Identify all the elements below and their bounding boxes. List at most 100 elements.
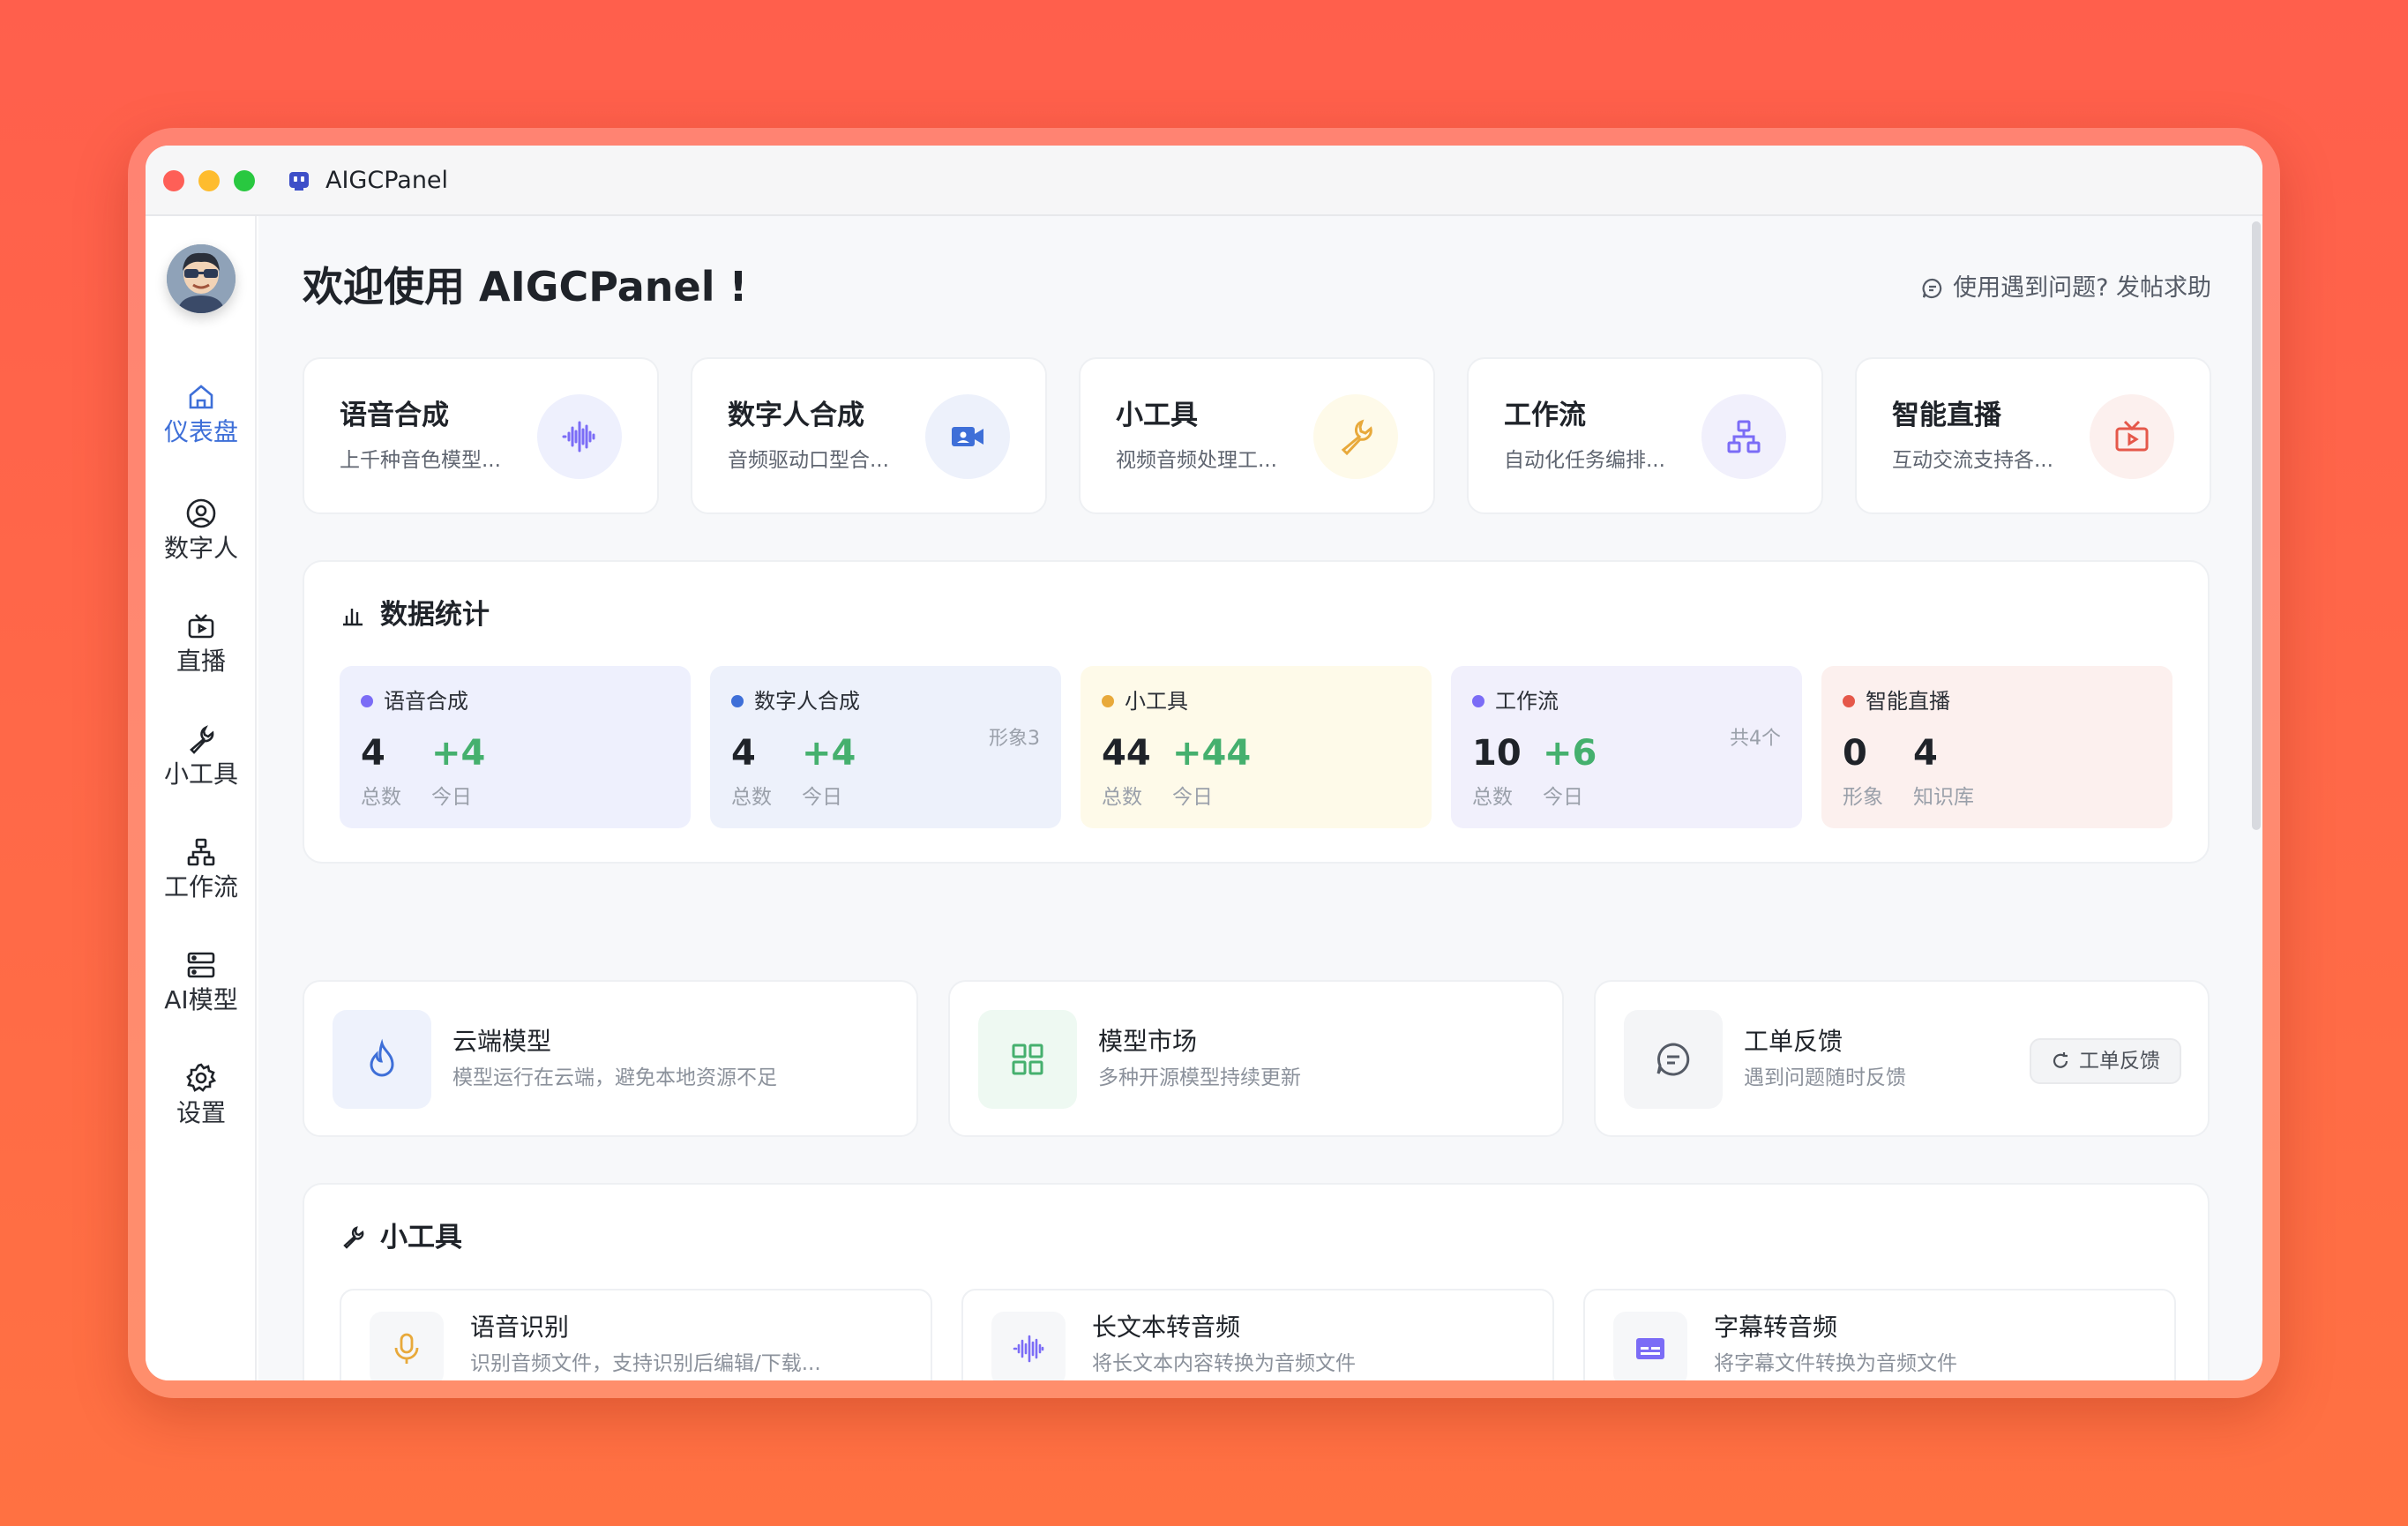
stat-card-header: 智能直播 — [1843, 687, 1950, 715]
wrench-icon — [1341, 419, 1372, 456]
quick-link-icon-badge — [1624, 1010, 1723, 1109]
feature-card-tools[interactable]: 小工具 视频音频处理工... — [1079, 357, 1435, 514]
stat-knowledge-label: 知识库 — [1913, 786, 1974, 809]
quick-link-cloud-model[interactable]: 云端模型 模型运行在云端，避免本地资源不足 — [303, 980, 918, 1137]
stat-card-workflow[interactable]: 工作流 共4个 10 +6 总数 今日 — [1451, 666, 1802, 828]
sidebar-item-live[interactable]: 直播 — [146, 610, 257, 677]
quick-link-desc: 模型运行在云端，避免本地资源不足 — [452, 1066, 777, 1089]
stat-card-name: 智能直播 — [1866, 689, 1950, 714]
status-dot — [1843, 695, 1855, 707]
stat-extra: 共4个 — [1730, 728, 1781, 750]
tool-icon-badge — [1613, 1312, 1687, 1380]
stat-total-label: 总数 — [1472, 786, 1513, 809]
server-icon — [187, 952, 215, 978]
gear-icon — [186, 1063, 217, 1092]
feedback-button-label: 工单反馈 — [2079, 1050, 2160, 1073]
quick-link-title: 云端模型 — [452, 1027, 552, 1056]
video-camera-icon — [952, 427, 983, 446]
sidebar-item-label: 直播 — [176, 647, 226, 676]
feature-title: 小工具 — [1116, 400, 1198, 431]
status-dot — [1102, 695, 1114, 707]
stat-card-tts[interactable]: 语音合成 4 +4 总数 今日 — [340, 666, 691, 828]
help-link[interactable]: 使用遇到问题? 发帖求助 — [1921, 273, 2211, 304]
tool-card-subtitle-to-audio[interactable]: 字幕转音频 将字幕文件转换为音频文件 — [1583, 1289, 2176, 1380]
stat-total-label: 总数 — [1102, 786, 1142, 809]
bar-chart-icon — [343, 609, 363, 626]
feature-title: 工作流 — [1504, 400, 1586, 431]
sidebar-item-label: 设置 — [176, 1098, 226, 1127]
app-logo-icon — [289, 172, 309, 191]
stat-card-header: 语音合成 — [361, 687, 468, 715]
tv-icon — [188, 614, 214, 639]
sidebar-item-tools[interactable]: 小工具 — [146, 722, 257, 789]
stat-card-tools[interactable]: 小工具 44 +44 总数 今日 — [1081, 666, 1432, 828]
stat-total-value: 10 — [1472, 733, 1522, 774]
tool-icon-badge — [370, 1312, 444, 1380]
tool-desc: 将字幕文件转换为音频文件 — [1714, 1352, 1957, 1375]
quick-link-title: 模型市场 — [1098, 1027, 1198, 1056]
feature-card-live[interactable]: 智能直播 互动交流支持各... — [1855, 357, 2211, 514]
stat-avatar-count: 0 — [1843, 733, 1867, 774]
stat-today-value: +6 — [1543, 733, 1597, 774]
quick-link-model-market[interactable]: 模型市场 多种开源模型持续更新 — [948, 980, 1564, 1137]
tool-card-speech-recognition[interactable]: 语音识别 识别音频文件，支持识别后编辑/下载... — [340, 1289, 932, 1380]
tools-panel-title: 小工具 — [340, 1220, 462, 1255]
vertical-scrollbar[interactable] — [2252, 221, 2261, 830]
feedback-button[interactable]: 工单反馈 — [2030, 1038, 2181, 1084]
sidebar-item-dashboard[interactable]: 仪表盘 — [146, 380, 257, 447]
close-window-button[interactable] — [163, 170, 184, 191]
feature-desc: 上千种音色模型... — [340, 449, 501, 472]
tool-desc: 将长文本内容转换为音频文件 — [1092, 1352, 1356, 1375]
feature-title: 语音合成 — [340, 400, 449, 431]
feature-card-workflow[interactable]: 工作流 自动化任务编排... — [1467, 357, 1823, 514]
wrench-icon — [343, 1226, 364, 1249]
stat-extra: 形象3 — [989, 728, 1040, 750]
grid-icon — [1012, 1044, 1043, 1075]
waveform-icon — [1013, 1335, 1044, 1363]
stat-today-label: 今日 — [802, 786, 842, 809]
sidebar-item-digital-human[interactable]: 数字人 — [146, 497, 257, 564]
feature-card-digital-human[interactable]: 数字人合成 音频驱动口型合... — [691, 357, 1047, 514]
quick-link-icon-badge — [333, 1010, 431, 1109]
tool-desc: 识别音频文件，支持识别后编辑/下载... — [470, 1352, 821, 1375]
feature-icon-badge — [925, 394, 1010, 479]
page-title: 欢迎使用 AIGCPanel ! — [303, 263, 748, 310]
stat-card-live[interactable]: 智能直播 0 4 形象 知识库 — [1821, 666, 2172, 828]
zoom-window-button[interactable] — [234, 170, 255, 191]
quick-link-icon-badge — [978, 1010, 1077, 1109]
sidebar-item-workflow[interactable]: 工作流 — [146, 835, 257, 902]
waveform-icon — [562, 421, 595, 453]
home-icon — [189, 385, 213, 409]
sidebar-item-settings[interactable]: 设置 — [146, 1061, 257, 1128]
quick-link-feedback[interactable]: 工单反馈 遇到问题随时反馈 工单反馈 — [1594, 980, 2210, 1137]
tool-card-long-text-to-audio[interactable]: 长文本转音频 将长文本内容转换为音频文件 — [961, 1289, 1554, 1380]
status-dot — [1472, 695, 1484, 707]
workflow-icon — [1727, 420, 1761, 453]
stat-card-header: 工作流 — [1472, 687, 1559, 715]
stat-today-label: 今日 — [1172, 786, 1213, 809]
feature-icon-badge — [537, 394, 622, 479]
feature-icon-badge — [2090, 394, 2174, 479]
stat-today-value: +4 — [802, 733, 856, 774]
microphone-icon — [394, 1333, 419, 1364]
feature-icon-badge — [1701, 394, 1786, 479]
tool-title: 字幕转音频 — [1714, 1313, 1838, 1342]
avatar[interactable] — [167, 244, 236, 313]
sidebar-item-ai-model[interactable]: AI模型 — [146, 948, 257, 1015]
stat-today-label: 今日 — [1543, 786, 1583, 809]
user-circle-icon — [186, 498, 216, 528]
tv-play-icon — [2115, 420, 2149, 452]
quick-link-title: 工单反馈 — [1744, 1027, 1843, 1056]
quick-link-desc: 多种开源模型持续更新 — [1098, 1066, 1301, 1089]
chat-icon — [1656, 1043, 1690, 1076]
feature-icon-badge — [1313, 394, 1398, 479]
main-content: 欢迎使用 AIGCPanel ! 使用遇到问题? 发帖求助 语音合成 上千种音色… — [258, 216, 2262, 1380]
app-window: AIGCPanel 仪表盘 数字人 直播 小工具 工作流 AI模型 设置 欢迎使… — [146, 146, 2262, 1380]
tool-icon-badge — [991, 1312, 1066, 1380]
stat-card-name: 数字人合成 — [754, 689, 860, 714]
minimize-window-button[interactable] — [198, 170, 220, 191]
stat-card-digital-human[interactable]: 数字人合成 形象3 4 +4 总数 今日 — [710, 666, 1061, 828]
status-dot — [731, 695, 744, 707]
stat-total-value: 44 — [1102, 733, 1151, 774]
feature-card-tts[interactable]: 语音合成 上千种音色模型... — [303, 357, 659, 514]
